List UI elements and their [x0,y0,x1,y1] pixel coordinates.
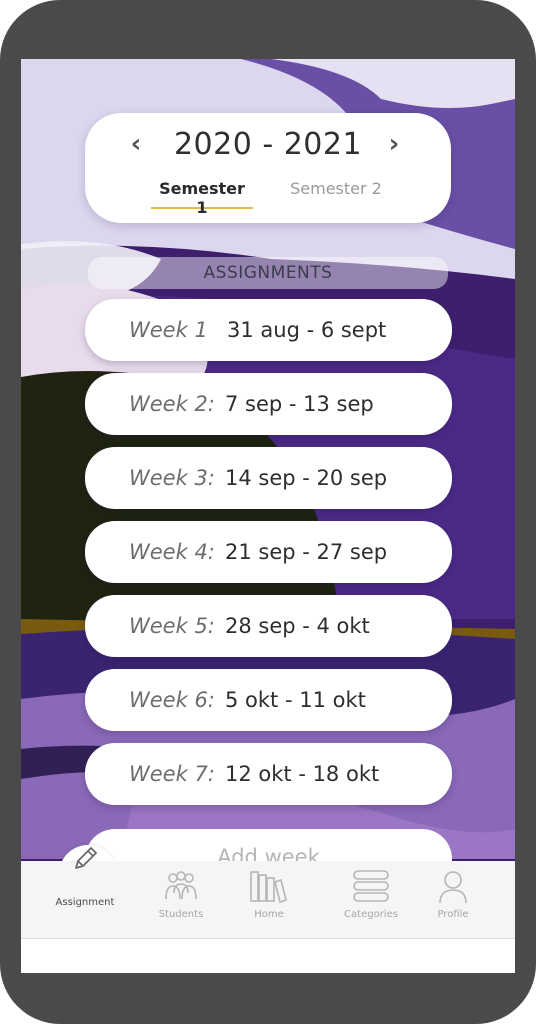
academic-year-title: 2020 - 2021 [173,127,363,162]
week-date-range: 14 sep - 20 sep [225,466,388,490]
week-label: Week 3: [129,466,215,490]
week-row-1[interactable]: Week 1 31 aug - 6 sept [85,299,452,361]
week-date-range: 28 sep - 4 okt [225,614,370,638]
previous-year-arrow[interactable]: ‹ [121,129,151,159]
week-label: Week 5: [129,614,215,638]
week-label: Week 7: [129,762,215,786]
week-label: Week 6: [129,688,215,712]
nav-label: Assignment [55,897,115,908]
profile-icon [439,871,467,904]
week-row-4[interactable]: Week 4: 21 sep - 27 sep [85,521,452,583]
nav-label: Profile [437,909,469,920]
app-screen: ‹ 2020 - 2021 › Semester 1 Semester 2 AS… [21,59,515,973]
week-date-range: 5 okt - 11 okt [225,688,366,712]
next-year-arrow[interactable]: › [379,129,409,159]
week-label: Week 2: [129,392,215,416]
nav-home[interactable]: Home [229,869,309,935]
nav-students[interactable]: Students [141,869,221,935]
week-label: Week 1 [129,318,208,342]
categories-icon [353,870,389,902]
pencil-icon [75,847,97,869]
week-label: Week 4: [129,540,215,564]
tab-semester-1[interactable]: Semester 1 [151,179,253,217]
week-date-range: 21 sep - 27 sep [225,540,388,564]
week-row-7[interactable]: Week 7: 12 okt - 18 okt [85,743,452,805]
week-row-5[interactable]: Week 5: 28 sep - 4 okt [85,595,452,657]
nav-label: Categories [344,909,398,920]
academic-year-card: ‹ 2020 - 2021 › Semester 1 Semester 2 [85,113,451,223]
week-row-3[interactable]: Week 3: 14 sep - 20 sep [85,447,452,509]
nav-label: Students [158,909,204,920]
week-date-range: 31 aug - 6 sept [227,318,387,342]
nav-profile[interactable]: Profile [413,869,493,935]
books-icon [250,871,287,904]
week-date-range: 7 sep - 13 sep [225,392,374,416]
tab-semester-2[interactable]: Semester 2 [287,179,385,209]
assignments-section-title: ASSIGNMENTS [88,257,448,289]
nav-label: Home [254,909,284,920]
nav-assignment[interactable]: Assignment [45,847,125,935]
week-row-2[interactable]: Week 2: 7 sep - 13 sep [85,373,452,435]
nav-categories[interactable]: Categories [331,869,411,935]
week-date-range: 12 okt - 18 okt [225,762,380,786]
bottom-navigation: Assignment Students Home Categories Prof… [21,847,515,939]
week-row-6[interactable]: Week 6: 5 okt - 11 okt [85,669,452,731]
students-icon [165,871,197,900]
